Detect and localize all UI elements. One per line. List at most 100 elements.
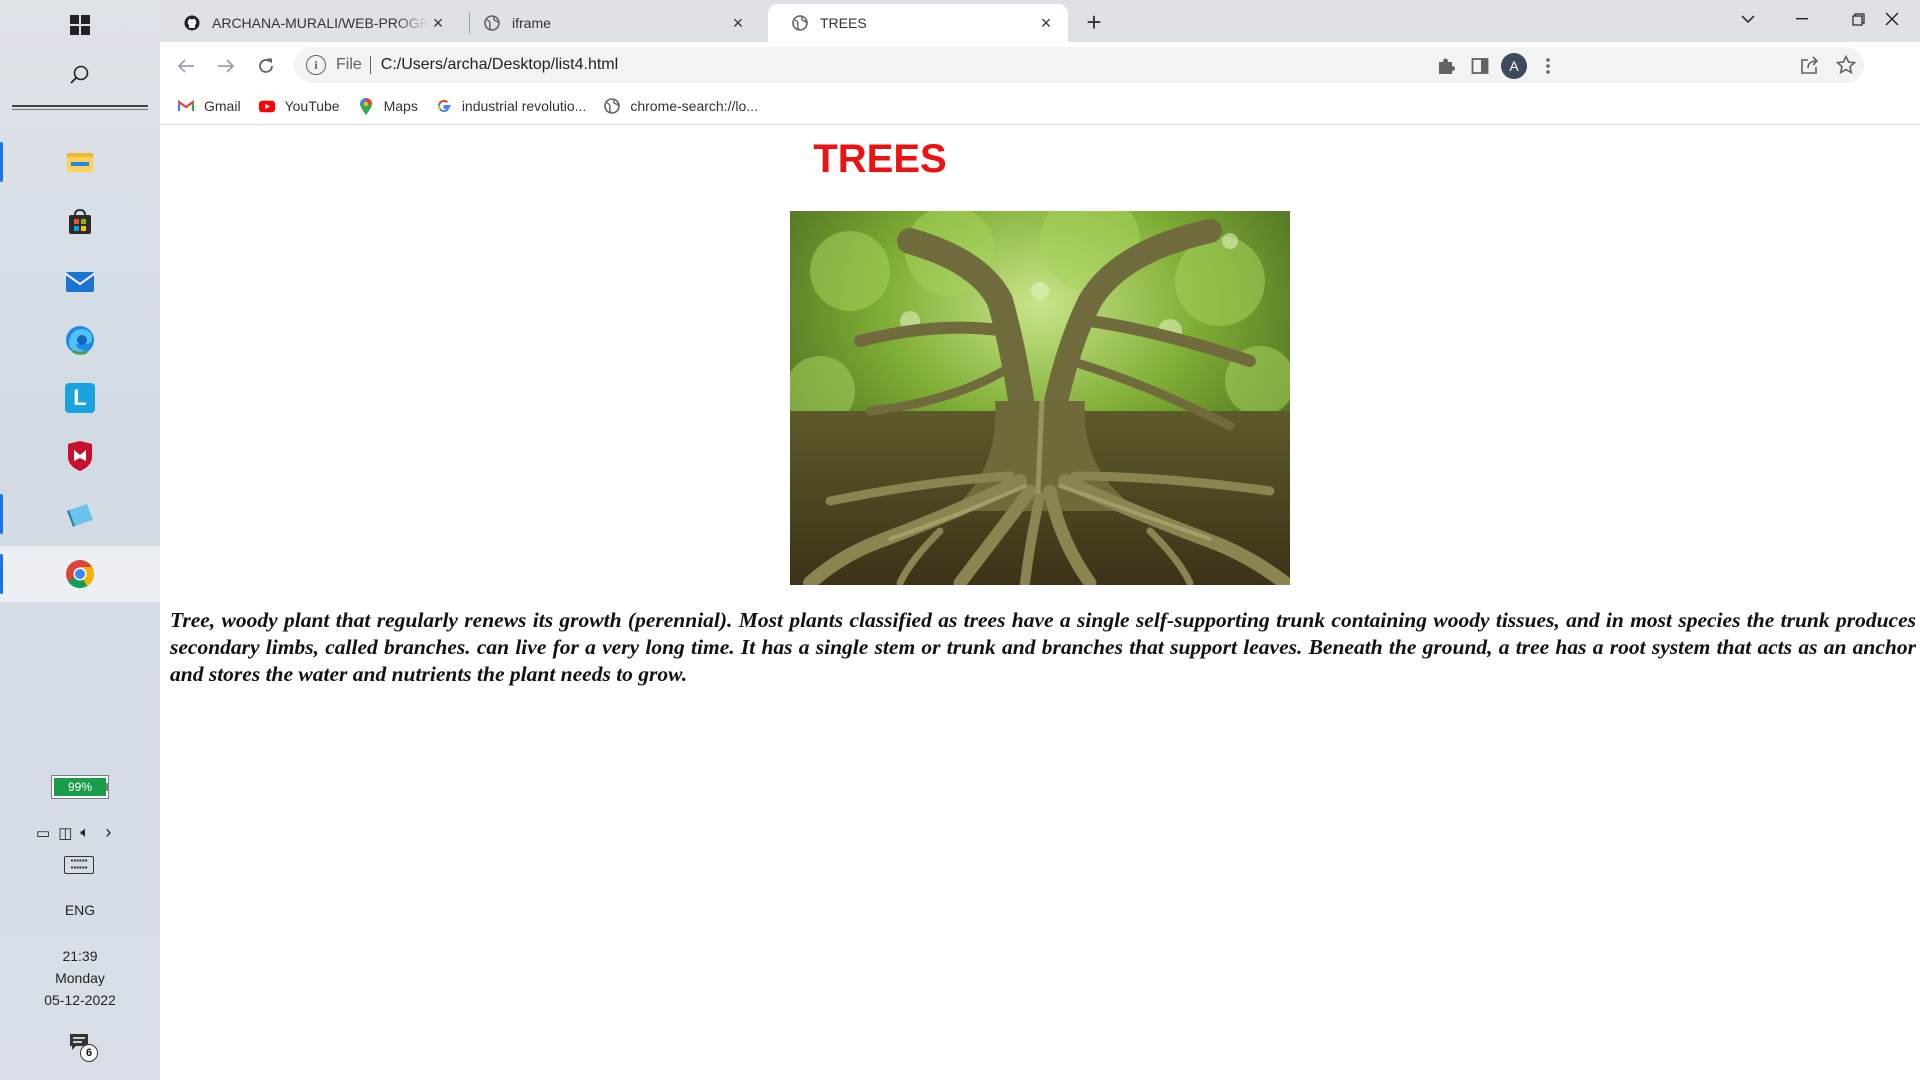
restore-icon [1851, 12, 1865, 26]
taskbar-app-l[interactable]: L [0, 370, 160, 426]
edge-icon [66, 326, 94, 355]
minimize-icon [1796, 18, 1808, 20]
taskbar-app-file-explorer[interactable] [0, 134, 160, 190]
taskbar-app-notepad[interactable] [0, 486, 160, 542]
clock-date[interactable]: 05-12-2022 [0, 992, 160, 1008]
windows-logo-icon [70, 15, 90, 35]
volume-icon[interactable]: 🔈︎ [80, 824, 89, 841]
battery-tip [106, 783, 109, 791]
kebab-menu-icon [1546, 58, 1550, 74]
notepad-icon [67, 504, 93, 527]
bookmark-label: Maps [383, 98, 418, 114]
tab-github[interactable]: ARCHANA-MURALI/WEB-PROGRAMMING × [160, 4, 460, 42]
gmail-icon [178, 98, 194, 114]
keyboard-icon[interactable]: ▪▪▪▪▪▪ ▪▪▪▪▪▪ [64, 856, 94, 874]
arrow-right-icon [218, 59, 235, 73]
chrome-window: ARCHANA-MURALI/WEB-PROGRAMMING × iframe … [160, 0, 1920, 1080]
url-text[interactable]: C:/Users/archa/Desktop/list4.html [381, 56, 618, 74]
close-window-button[interactable] [1864, 0, 1920, 38]
taskbar-app-chrome[interactable] [0, 546, 160, 602]
camera-icon[interactable]: ◫ [58, 824, 72, 842]
tab-iframe[interactable]: iframe × [460, 4, 760, 42]
forward-button[interactable] [210, 50, 242, 82]
taskbar-app-mcafee[interactable] [0, 428, 160, 484]
taskbar-app-mail[interactable] [0, 254, 160, 310]
app-running-indicator [0, 554, 3, 594]
chevron-right-icon[interactable]: › [105, 822, 111, 843]
side-panel-button[interactable] [1464, 50, 1496, 82]
tray-icons: ▭ ◫ 🔈︎ › [36, 822, 111, 843]
tab-search-button[interactable] [1720, 0, 1776, 38]
profile-button[interactable]: A [1498, 50, 1530, 82]
bookmark-maps[interactable]: Maps [358, 97, 418, 115]
url-divider [369, 56, 371, 74]
bookmark-industrial-revolution[interactable]: industrial revolutio... [436, 98, 587, 114]
minimize-button[interactable] [1774, 0, 1830, 38]
browser-toolbar: i File C:/Users/archa/Desktop/list4.html [160, 42, 1920, 88]
bookmark-youtube[interactable]: YouTube [258, 98, 340, 114]
chevron-down-icon [1741, 15, 1755, 24]
taskbar-app-edge[interactable] [0, 312, 160, 368]
taskbar-divider [12, 105, 148, 107]
bookmark-chrome-search[interactable]: chrome-search://lo... [604, 98, 758, 114]
search-button[interactable] [0, 56, 160, 94]
close-icon [1885, 12, 1899, 26]
start-button[interactable] [0, 6, 160, 44]
tab-trees[interactable]: TREES × [768, 4, 1068, 42]
close-tab-icon[interactable]: × [428, 13, 448, 33]
globe-icon [792, 15, 808, 31]
page-title: TREES [813, 137, 947, 181]
bookmark-star-icon[interactable] [1836, 55, 1856, 75]
tab-title: TREES [820, 15, 867, 31]
side-panel-icon [1471, 58, 1489, 74]
globe-icon [604, 98, 621, 114]
notification-count-badge: 6 [80, 1044, 98, 1062]
address-bar[interactable]: i File C:/Users/archa/Desktop/list4.html [294, 47, 1864, 83]
mcafee-shield-icon [68, 441, 92, 471]
omnibox-actions [1800, 47, 1856, 83]
bookmark-label: industrial revolutio... [461, 98, 587, 114]
avatar: A [1501, 53, 1527, 79]
bookmark-label: chrome-search://lo... [630, 98, 758, 114]
url-scheme: File [336, 56, 362, 73]
taskbar-app-microsoft-store[interactable] [0, 194, 160, 250]
maps-icon [358, 97, 374, 115]
reload-icon [259, 58, 273, 73]
reload-button[interactable] [250, 50, 282, 82]
battery-icon[interactable]: ▭ [36, 824, 50, 842]
close-tab-icon[interactable]: × [1036, 13, 1056, 33]
back-button[interactable] [170, 50, 202, 82]
battery-indicator[interactable]: 99% [52, 776, 108, 798]
youtube-icon [258, 98, 275, 114]
google-icon [436, 98, 452, 114]
chrome-menu-button[interactable] [1532, 50, 1564, 82]
chrome-icon [66, 560, 94, 588]
arrow-left-icon [177, 59, 194, 73]
mail-icon [65, 272, 95, 292]
extensions-button[interactable] [1430, 50, 1462, 82]
l-app-icon: L [65, 383, 95, 413]
clock-day[interactable]: Monday [0, 970, 160, 986]
close-tab-icon[interactable]: × [728, 13, 748, 33]
bookmark-label: Gmail [204, 98, 241, 114]
clock-time[interactable]: 21:39 [0, 948, 160, 964]
site-info-icon[interactable]: i [306, 55, 326, 75]
description-paragraph: Tree, woody plant that regularly renews … [170, 608, 1916, 686]
tab-title: iframe [512, 15, 551, 31]
github-icon [184, 15, 200, 31]
windows-taskbar: L 99% ▭ ◫ 🔈︎ › ▪▪▪▪▪▪ ▪▪▪▪▪▪ ENG 21:39 M… [0, 0, 161, 1080]
globe-icon [484, 15, 500, 31]
share-icon[interactable] [1800, 56, 1820, 74]
store-icon [69, 208, 91, 234]
new-tab-button[interactable]: + [1080, 7, 1108, 37]
file-explorer-icon [67, 153, 93, 172]
bookmark-label: YouTube [284, 98, 340, 114]
app-running-indicator [0, 142, 3, 182]
web-page: TREES Tree, woody plant that regularly r… [160, 125, 1920, 1080]
taskbar-divider [12, 109, 148, 110]
system-tray: 99% ▭ ◫ 🔈︎ › ▪▪▪▪▪▪ ▪▪▪▪▪▪ ENG 21:39 Mond… [0, 770, 160, 1070]
tab-title: ARCHANA-MURALI/WEB-PROGRAMMING [212, 15, 428, 31]
language-indicator[interactable]: ENG [0, 902, 160, 918]
search-icon [70, 65, 89, 84]
bookmark-gmail[interactable]: Gmail [178, 98, 241, 114]
